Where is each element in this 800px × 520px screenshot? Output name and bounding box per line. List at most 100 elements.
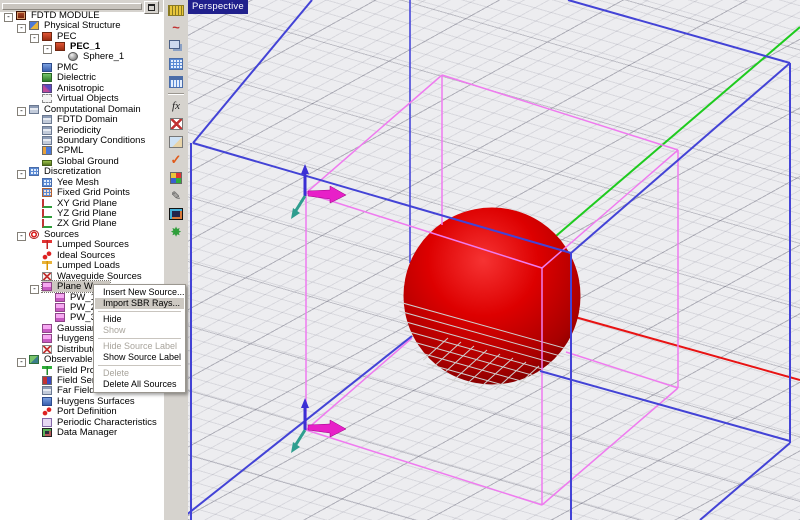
tree-item-lumped-loads[interactable]: Lumped Loads <box>0 261 163 271</box>
item-body[interactable]: Port Definition <box>42 406 119 417</box>
tree-item-cpml[interactable]: CPML <box>0 146 163 156</box>
tree-item-data-manager[interactable]: Data Manager <box>0 428 163 438</box>
tree-item-sources[interactable]: -Sources <box>0 229 163 239</box>
item-body[interactable]: XY Grid Plane <box>42 198 119 209</box>
measure-icon[interactable] <box>168 2 185 18</box>
minus-box-icon[interactable]: - <box>17 358 26 367</box>
minus-box-icon[interactable]: - <box>43 45 52 54</box>
green-flower-icon[interactable]: ✸ <box>168 224 185 240</box>
item-body[interactable]: Sphere_1 <box>68 51 126 62</box>
menu-item-insert-new-source[interactable]: Insert New Source... <box>95 287 184 298</box>
item-body[interactable]: CPML <box>42 145 85 156</box>
tree-item-yz-grid-plane[interactable]: YZ Grid Plane <box>0 208 163 218</box>
tree-item-boundary-conditions[interactable]: Boundary Conditions <box>0 135 163 145</box>
item-body[interactable]: PW_1 <box>55 292 98 303</box>
tiles-icon[interactable] <box>168 170 185 186</box>
item-body[interactable]: YZ Grid Plane <box>42 208 119 219</box>
item-body[interactable]: Virtual Objects <box>42 93 121 104</box>
item-body[interactable]: Observables <box>29 354 99 365</box>
item-body[interactable]: PEC_1 <box>55 41 102 52</box>
menu-item-delete-all-sources[interactable]: Delete All Sources <box>95 379 184 390</box>
expand-toggle[interactable]: - <box>30 27 42 45</box>
tree-item-discretization[interactable]: -Discretization <box>0 167 163 177</box>
waveform-icon[interactable]: ~ <box>168 20 185 36</box>
item-body[interactable]: FDTD Domain <box>42 114 120 125</box>
tree-item-sphere-1[interactable]: Sphere_1 <box>0 52 163 62</box>
tree-item-pmc[interactable]: PMC <box>0 62 163 72</box>
tree-item-xy-grid-plane[interactable]: XY Grid Plane <box>0 198 163 208</box>
item-body[interactable]: Dielectric <box>42 72 98 83</box>
item-body[interactable]: ZX Grid Plane <box>42 218 119 229</box>
tree-item-anisotropic[interactable]: Anisotropic <box>0 83 163 93</box>
item-body[interactable]: Physical Structure <box>29 20 123 31</box>
tree-item-pec-1[interactable]: -PEC_1 <box>0 41 163 51</box>
cascade-windows-icon[interactable] <box>168 38 185 54</box>
grid-table-icon[interactable] <box>168 56 185 72</box>
minus-box-icon[interactable]: - <box>4 13 13 22</box>
item-body[interactable]: PW_3 <box>55 312 98 323</box>
minus-box-icon[interactable]: - <box>17 232 26 241</box>
grid-table-header-icon[interactable] <box>168 74 185 90</box>
expand-toggle[interactable]: - <box>43 38 55 56</box>
tree-item-periodicity[interactable]: Periodicity <box>0 125 163 135</box>
function-fx-icon[interactable]: fx <box>168 98 185 114</box>
item-body[interactable]: Fixed Grid Points <box>42 187 132 198</box>
scene-canvas[interactable] <box>188 0 800 520</box>
expand-toggle[interactable]: - <box>17 163 29 181</box>
delete-x-icon[interactable] <box>168 116 185 132</box>
menu-item-hide[interactable]: Hide <box>95 314 184 325</box>
expand-toggle[interactable]: - <box>17 225 29 243</box>
expand-toggle[interactable]: - <box>17 17 29 35</box>
edit-page-icon[interactable]: ✎ <box>168 188 185 204</box>
tree-item-huygens-surfaces[interactable]: Huygens Surfaces <box>0 396 163 406</box>
item-body[interactable]: Periodicity <box>42 125 103 136</box>
tree-item-dielectric[interactable]: Dielectric <box>0 73 163 83</box>
expand-toggle[interactable]: - <box>4 6 16 24</box>
item-body[interactable]: Boundary Conditions <box>42 135 147 146</box>
item-body[interactable]: Waveguide Sources <box>42 271 144 282</box>
tree-item-label: Port Definition <box>55 406 119 417</box>
tree-item-port-definition[interactable]: Port Definition <box>0 407 163 417</box>
menu-item-import-sbr-rays[interactable]: Import SBR Rays... <box>95 298 184 309</box>
tree-item-ideal-sources[interactable]: Ideal Sources <box>0 250 163 260</box>
yee-mesh-icon <box>42 178 52 187</box>
item-body[interactable]: Lumped Loads <box>42 260 122 271</box>
item-body[interactable]: Sources <box>29 229 81 240</box>
3d-viewport[interactable]: Perspective <box>188 0 800 520</box>
minus-box-icon[interactable]: - <box>17 170 26 179</box>
sphere-object[interactable] <box>404 208 581 385</box>
item-body[interactable]: Yee Mesh <box>42 177 101 188</box>
expand-toggle[interactable]: - <box>30 278 42 296</box>
minus-box-icon[interactable]: - <box>30 285 39 294</box>
far-fields-icon <box>42 386 52 395</box>
fdtd-domain-icon <box>42 115 52 124</box>
item-body[interactable]: Global Ground <box>42 156 121 167</box>
item-body[interactable]: Ideal Sources <box>42 250 117 261</box>
tree-item-waveguide-sources[interactable]: Waveguide Sources <box>0 271 163 281</box>
item-body[interactable]: Huygens Surfaces <box>42 396 137 407</box>
item-body[interactable]: Computational Domain <box>29 104 143 115</box>
item-body[interactable]: PMC <box>42 62 80 73</box>
expand-toggle[interactable]: - <box>17 100 29 118</box>
item-body[interactable]: Discretization <box>29 166 103 177</box>
check-icon[interactable]: ✓ <box>168 152 185 168</box>
tree-item-periodic-characteristics[interactable]: Periodic Characteristics <box>0 417 163 427</box>
item-body[interactable]: Data Manager <box>42 427 119 438</box>
item-body[interactable]: Anisotropic <box>42 83 106 94</box>
expand-toggle[interactable]: - <box>17 351 29 369</box>
menu-item-show-source-label[interactable]: Show Source Label <box>95 352 184 363</box>
item-body[interactable]: PW_2 <box>55 302 98 313</box>
field-probes-icon <box>42 366 52 375</box>
item-body[interactable]: Periodic Characteristics <box>42 417 159 428</box>
tree-item-computational-domain[interactable]: -Computational Domain <box>0 104 163 114</box>
tree-item-physical-structure[interactable]: -Physical Structure <box>0 20 163 30</box>
minus-box-icon[interactable]: - <box>17 24 26 33</box>
image-icon[interactable] <box>168 134 185 150</box>
indent <box>0 192 30 193</box>
tree-item-fixed-grid-points[interactable]: Fixed Grid Points <box>0 187 163 197</box>
tree-item-label: Yee Mesh <box>55 177 101 188</box>
minus-box-icon[interactable]: - <box>30 34 39 43</box>
thumbnail-icon[interactable] <box>168 206 185 222</box>
minus-box-icon[interactable]: - <box>17 107 26 116</box>
item-body[interactable]: Lumped Sources <box>42 239 131 250</box>
